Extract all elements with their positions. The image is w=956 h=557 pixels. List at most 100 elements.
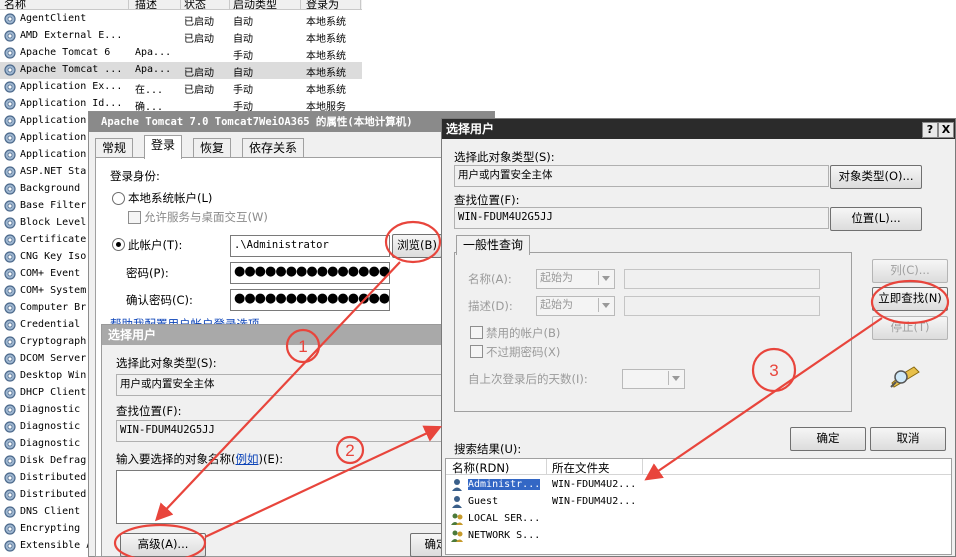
service-gear-icon <box>4 183 16 195</box>
allow-desktop-checkbox[interactable] <box>128 211 141 224</box>
service-gear-icon <box>4 30 16 42</box>
name-operator-dropdown: 起始为 <box>536 269 615 289</box>
browse-button[interactable]: 浏览(B) <box>392 234 442 258</box>
cancel-button[interactable]: 取消 <box>870 427 946 451</box>
service-gear-icon <box>4 132 16 144</box>
result-folder: WIN-FDUM4U2... <box>552 496 637 507</box>
properties-title: Apache Tomcat 7.0 Tomcat7WeiOA365 的属性(本地… <box>89 112 494 132</box>
service-name: Apache Tomcat 6 <box>20 47 111 58</box>
result-name: Guest <box>468 496 499 507</box>
col-folder[interactable]: 所在文件夹 <box>552 460 610 476</box>
tab-common-queries[interactable]: 一般性查询 <box>456 235 531 255</box>
service-gear-icon <box>4 387 16 399</box>
service-logon: 本地系统 <box>306 85 346 96</box>
tab-general[interactable]: 常规 <box>95 138 134 158</box>
service-gear-icon <box>4 455 16 467</box>
service-desc: Apa... <box>135 64 172 75</box>
tab-logon[interactable]: 登录 <box>144 135 183 159</box>
location-field: WIN-FDUM4U2G5JJ <box>116 420 451 442</box>
service-gear-icon <box>4 217 16 229</box>
locations-button[interactable]: 位置(L)... <box>830 207 922 231</box>
select-user-dialog: 选择用户 ? X 选择此对象类型(S): 用户或内置安全主体 对象类型(O)..… <box>441 118 956 557</box>
service-gear-icon <box>4 438 16 450</box>
result-name: Administr... <box>468 479 541 490</box>
service-name: AMD External E... <box>20 30 123 41</box>
service-logon: 本地系统 <box>306 68 346 79</box>
col-logon[interactable]: 登录为 <box>306 0 339 9</box>
service-gear-icon <box>4 81 16 93</box>
password-input[interactable]: ●●●●●●●●●●●●●●● <box>230 262 390 284</box>
col-rdn-name[interactable]: 名称(RDN) <box>452 460 509 476</box>
chevron-down-icon <box>668 371 683 385</box>
col-state[interactable]: 状态 <box>184 0 206 9</box>
service-gear-icon <box>4 302 16 314</box>
non-expiring-checkbox <box>470 345 483 358</box>
result-name: LOCAL SER... <box>468 513 541 524</box>
description-query-field <box>624 296 820 316</box>
result-row[interactable]: NETWORK S... <box>446 528 746 545</box>
results-label: 搜索结果(U): <box>454 442 522 456</box>
service-gear-icon <box>4 404 16 416</box>
service-row[interactable]: Apache Tomcat 6 Apa... 手动 本地系统 <box>0 45 362 62</box>
location-label: 查找位置(F): <box>454 193 520 207</box>
service-state: 已启动 <box>184 17 214 28</box>
logon-as-label: 登录身份: <box>110 169 160 183</box>
service-gear-icon <box>4 149 16 161</box>
service-gear-icon <box>4 353 16 365</box>
stop-button[interactable]: 停止(T) <box>872 316 948 340</box>
this-account-label[interactable]: 此帐户(T): <box>128 237 182 253</box>
col-startup[interactable]: 启动类型 <box>233 0 277 9</box>
group-icon <box>451 530 463 542</box>
service-row[interactable]: AMD External E... 已启动 自动 本地系统 <box>0 28 362 45</box>
user-icon <box>452 496 462 508</box>
local-system-label[interactable]: 本地系统帐户(L) <box>128 190 212 206</box>
results-header: 名称(RDN) 所在文件夹 <box>446 459 951 475</box>
help-icon[interactable]: ? <box>922 122 938 138</box>
result-row[interactable]: LOCAL SER... <box>446 511 746 528</box>
service-gear-icon <box>4 370 16 382</box>
enter-names-label: 输入要选择的对象名称(例如)(E): <box>116 452 284 466</box>
result-folder: WIN-FDUM4U2... <box>552 479 637 490</box>
service-row[interactable]: Application Ex... 在... 已启动 手动 本地系统 <box>0 79 362 96</box>
col-name[interactable]: 名称 <box>4 0 26 9</box>
service-gear-icon <box>4 506 16 518</box>
location-label: 查找位置(F): <box>116 404 182 418</box>
object-names-input[interactable] <box>116 470 451 524</box>
tab-dependencies[interactable]: 依存关系 <box>242 138 305 158</box>
service-gear-icon <box>4 98 16 110</box>
object-type-label: 选择此对象类型(S): <box>454 150 555 164</box>
find-now-button[interactable]: 立即查找(N) <box>872 287 948 311</box>
this-account-radio[interactable] <box>112 238 125 251</box>
service-gear-icon <box>4 47 16 59</box>
location-field: WIN-FDUM4U2G5JJ <box>454 207 829 229</box>
service-startup: 手动 <box>233 85 253 96</box>
col-desc[interactable]: 描述 <box>135 0 157 9</box>
object-types-button[interactable]: 对象类型(O)... <box>830 165 922 189</box>
examples-link[interactable]: 例如 <box>236 452 259 466</box>
result-row[interactable]: Guest WIN-FDUM4U2... <box>446 494 746 511</box>
result-name: NETWORK S... <box>468 530 541 541</box>
result-row[interactable]: Administr... WIN-FDUM4U2... <box>446 477 746 494</box>
account-input[interactable]: .\Administrator <box>230 235 390 257</box>
service-logon: 本地系统 <box>306 34 346 45</box>
close-icon[interactable]: X <box>938 122 954 138</box>
service-name: Application Id... <box>20 98 123 109</box>
ok-button[interactable]: 确定 <box>790 427 866 451</box>
name-label: 名称(A): <box>468 272 512 286</box>
services-header: 名称 描述 状态 启动类型 登录为 <box>0 0 362 10</box>
service-gear-icon <box>4 64 16 76</box>
columns-button[interactable]: 列(C)... <box>872 259 948 283</box>
service-gear-icon <box>4 489 16 501</box>
service-row[interactable]: AgentClient 已启动 自动 本地系统 <box>0 11 362 28</box>
service-gear-icon <box>4 166 16 178</box>
confirm-password-input[interactable]: ●●●●●●●●●●●●●●● <box>230 289 390 311</box>
local-system-radio[interactable] <box>112 192 125 205</box>
service-name: AgentClient <box>20 13 87 24</box>
advanced-button[interactable]: 高级(A)... <box>120 533 206 557</box>
service-gear-icon <box>4 523 16 535</box>
search-results-list[interactable]: 名称(RDN) 所在文件夹 Administr... WIN-FDUM4U2...… <box>445 458 952 555</box>
chevron-down-icon <box>598 298 613 312</box>
service-row[interactable]: Apache Tomcat ... Apa... 已启动 自动 本地系统 <box>0 62 362 79</box>
tab-recovery[interactable]: 恢复 <box>193 138 232 158</box>
service-logon: 本地系统 <box>306 17 346 28</box>
